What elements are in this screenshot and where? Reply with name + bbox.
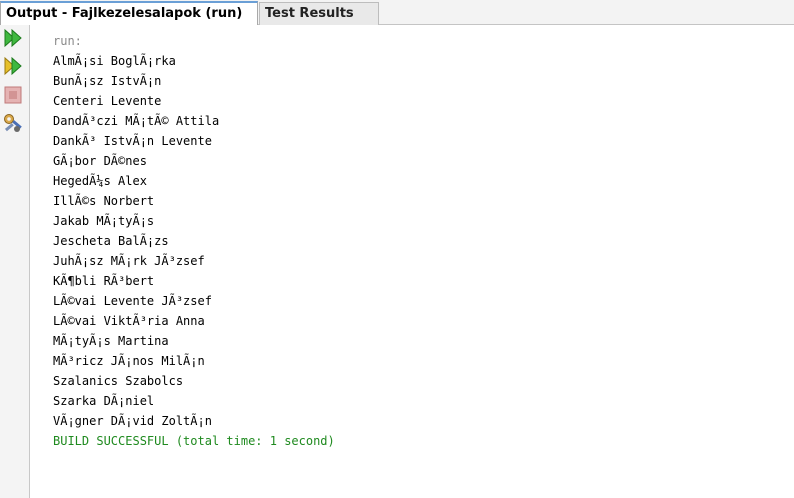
output-line: LÃ©vai Levente JÃ³zsef — [53, 294, 212, 308]
stop-button[interactable] — [2, 86, 24, 108]
output-line: JuhÃ¡sz MÃ¡rk JÃ³zsef — [53, 254, 205, 268]
tab-output[interactable]: Output - Fajlkezelesalapok (run) — [0, 1, 258, 25]
output-line: Jakab MÃ¡tyÃ¡s — [53, 214, 155, 228]
output-line: Szalanics Szabolcs — [53, 374, 184, 388]
output-tab-bar: Output - Fajlkezelesalapok (run) Test Re… — [0, 0, 794, 25]
rerun-icon — [3, 28, 23, 52]
output-line: MÃ¡tyÃ¡s Martina — [53, 334, 169, 348]
rerun-with-params-button[interactable] — [2, 56, 24, 80]
output-line: HegedÃ¼s Alex — [53, 174, 147, 188]
output-line: IllÃ©s Norbert — [53, 194, 155, 208]
settings-icon — [2, 112, 24, 138]
stop-icon — [4, 86, 22, 108]
output-toolbar — [0, 25, 30, 498]
output-line: DandÃ³czi MÃ¡tÃ© Attila — [53, 114, 220, 128]
output-line: AlmÃ¡si BoglÃ¡rka — [53, 54, 176, 68]
output-line: GÃ¡bor DÃ©nes — [53, 154, 147, 168]
output-line: MÃ³ricz JÃ¡nos MilÃ¡n — [53, 354, 205, 368]
build-status-line: BUILD SUCCESSFUL (total time: 1 second) — [53, 434, 335, 448]
output-line: Szarka DÃ¡niel — [53, 394, 155, 408]
output-line: DankÃ³ IstvÃ¡n Levente — [53, 134, 212, 148]
settings-button[interactable] — [2, 114, 24, 136]
run-label: run: — [53, 34, 82, 48]
rerun-button[interactable] — [2, 28, 24, 52]
output-line: VÃ¡gner DÃ¡vid ZoltÃ¡n — [53, 414, 212, 428]
output-line: BunÃ¡sz IstvÃ¡n — [53, 74, 162, 88]
output-console[interactable]: run: AlmÃ¡si BoglÃ¡rka BunÃ¡sz IstvÃ¡n C… — [31, 25, 794, 498]
output-line: LÃ©vai ViktÃ³ria Anna — [53, 314, 205, 328]
tab-test-results[interactable]: Test Results — [259, 2, 379, 25]
rerun-with-params-icon — [3, 56, 23, 80]
output-line: KÃ¶bli RÃ³bert — [53, 274, 155, 288]
output-line: Centeri Levente — [53, 94, 162, 108]
output-line: Jescheta BalÃ¡zs — [53, 234, 169, 248]
